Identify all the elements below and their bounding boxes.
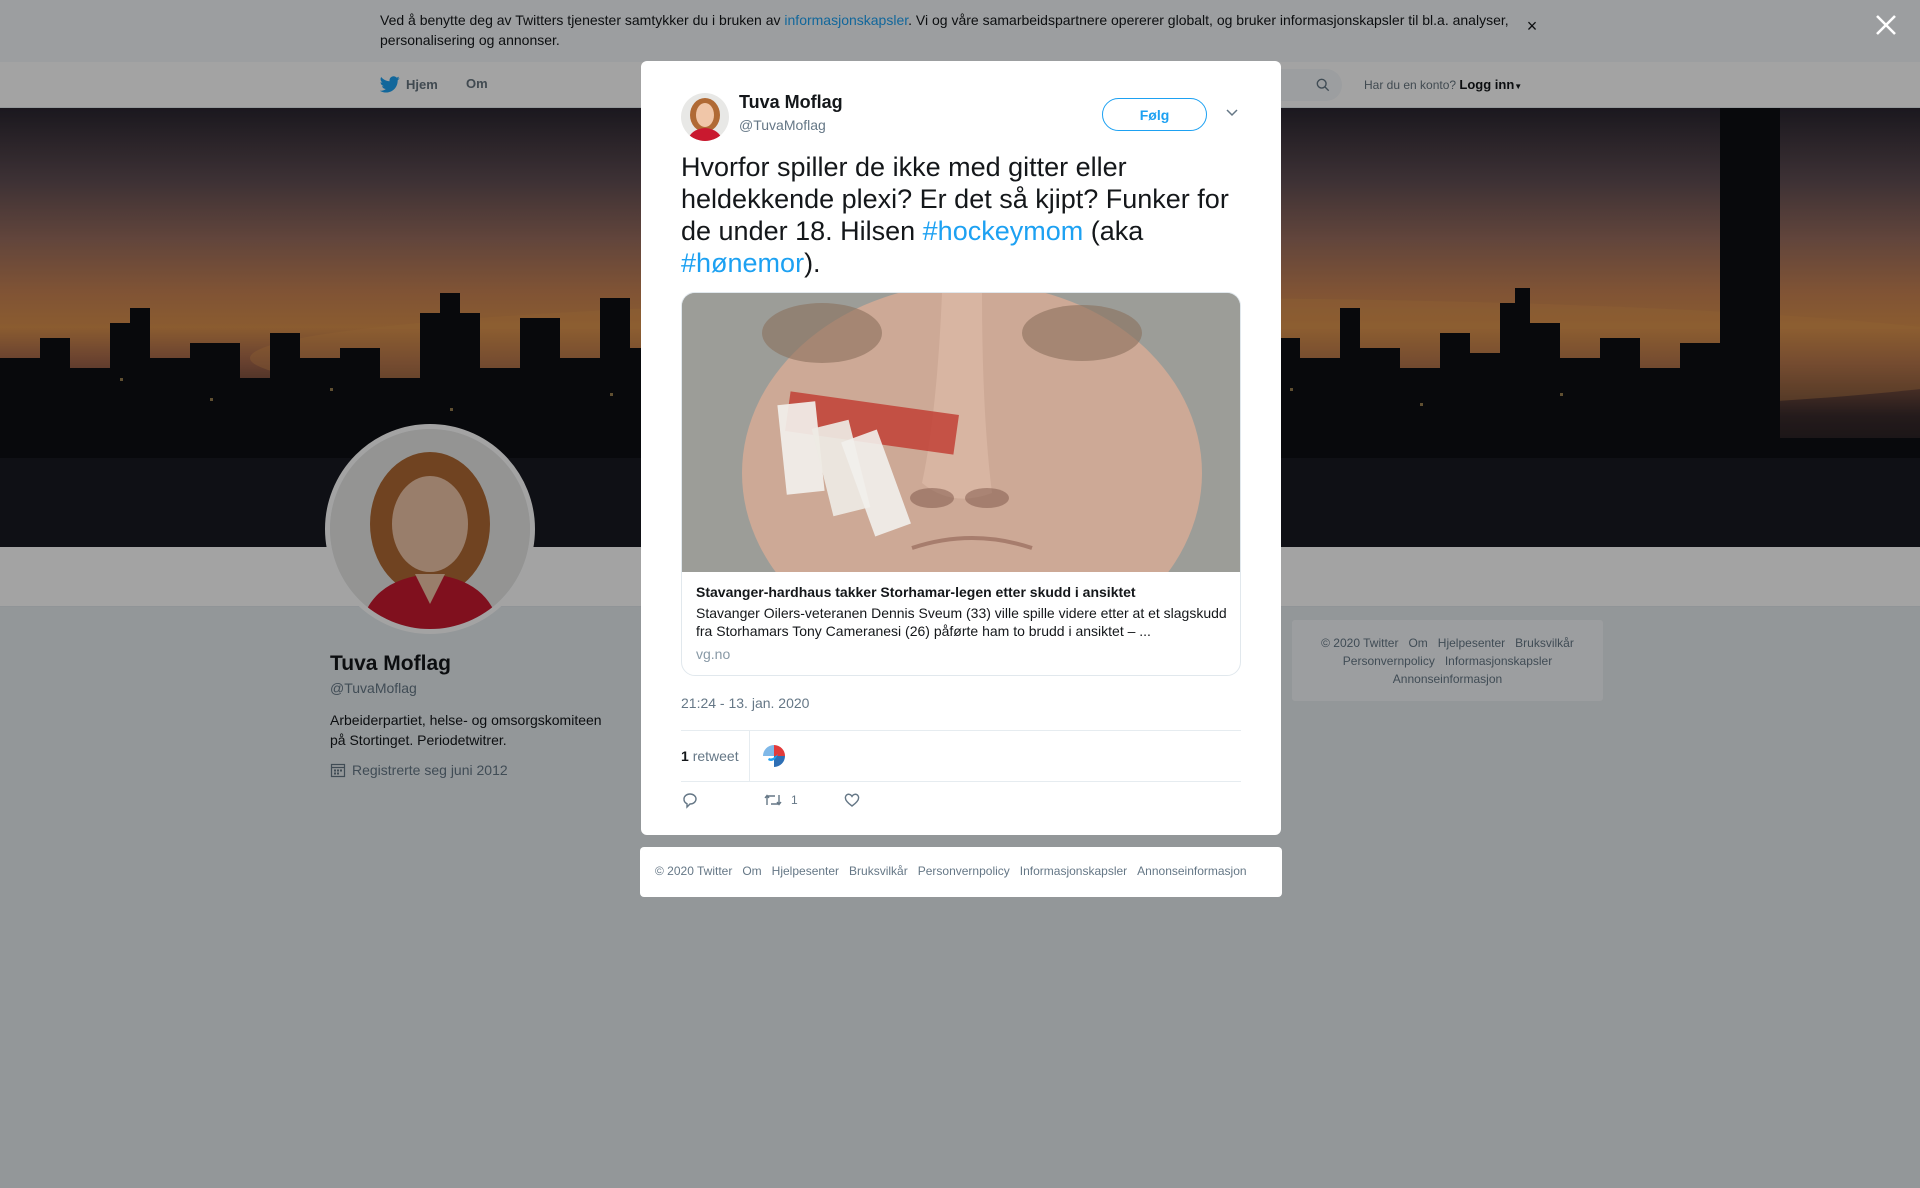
follow-button[interactable]: Følg bbox=[1102, 98, 1207, 131]
retweet-button[interactable]: 1 bbox=[763, 791, 798, 809]
tweet-text-part: (aka bbox=[1083, 216, 1144, 246]
modal-footer-copyright: © 2020 Twitter bbox=[655, 864, 733, 878]
tweet-author-handle[interactable]: @TuvaMoflag bbox=[739, 117, 826, 133]
reply-icon bbox=[683, 793, 697, 809]
tweet-author-name[interactable]: Tuva Moflag bbox=[739, 92, 843, 113]
modal-footer-cookies[interactable]: Informasjonskapsler bbox=[1020, 864, 1127, 878]
chevron-down-icon[interactable] bbox=[1225, 105, 1239, 119]
tweet-actions: 1 bbox=[681, 787, 1241, 817]
tweet-timestamp[interactable]: 21:24 - 13. jan. 2020 bbox=[681, 695, 809, 711]
retweeter-photo bbox=[762, 744, 786, 768]
link-preview-card[interactable]: Stavanger-hardhaus takker Storhamar-lege… bbox=[681, 292, 1241, 676]
card-photo bbox=[682, 293, 1240, 572]
tweet-stats: 1 retweet bbox=[681, 730, 1241, 782]
modal-footer-help[interactable]: Hjelpesenter bbox=[772, 864, 839, 878]
reply-button[interactable] bbox=[681, 791, 699, 809]
close-icon[interactable] bbox=[1873, 12, 1899, 38]
retweet-stat-label: retweet bbox=[692, 748, 739, 764]
link-preview-image bbox=[682, 293, 1240, 572]
heart-icon bbox=[844, 793, 860, 807]
tweet-text: Hvorfor spiller de ikke med gitter eller… bbox=[681, 151, 1241, 279]
modal-footer-terms[interactable]: Bruksvilkår bbox=[849, 864, 908, 878]
link-preview-domain: vg.no bbox=[696, 646, 731, 662]
tweet-permalink-modal: Tuva Moflag @TuvaMoflag Følg Hvorfor spi… bbox=[641, 61, 1281, 835]
retweet-action-count: 1 bbox=[791, 793, 798, 807]
link-preview-description: Stavanger Oilers-veteranen Dennis Sveum … bbox=[696, 605, 1227, 639]
link-preview-title: Stavanger-hardhaus takker Storhamar-lege… bbox=[696, 584, 1136, 600]
retweeter-avatar[interactable] bbox=[762, 744, 786, 768]
tweet-author-avatar[interactable] bbox=[681, 93, 729, 141]
modal-footer-about[interactable]: Om bbox=[742, 864, 761, 878]
hashtag-link[interactable]: #hønemor bbox=[681, 248, 804, 278]
modal-footer: © 2020 Twitter Om Hjelpesenter Bruksvilkår P… bbox=[640, 847, 1282, 897]
retweet-icon bbox=[764, 794, 782, 806]
modal-footer-ads-info[interactable]: Annonseinformasjon bbox=[1137, 864, 1246, 878]
hashtag-link[interactable]: #hockeymom bbox=[923, 216, 1084, 246]
modal-footer-privacy[interactable]: Personvernpolicy bbox=[918, 864, 1010, 878]
retweet-stat-count: 1 bbox=[681, 748, 689, 764]
like-button[interactable] bbox=[843, 791, 861, 809]
retweet-stat[interactable]: 1 retweet bbox=[681, 748, 739, 764]
author-photo bbox=[681, 93, 729, 141]
tweet-text-part: ). bbox=[804, 248, 821, 278]
stats-divider bbox=[749, 731, 750, 781]
